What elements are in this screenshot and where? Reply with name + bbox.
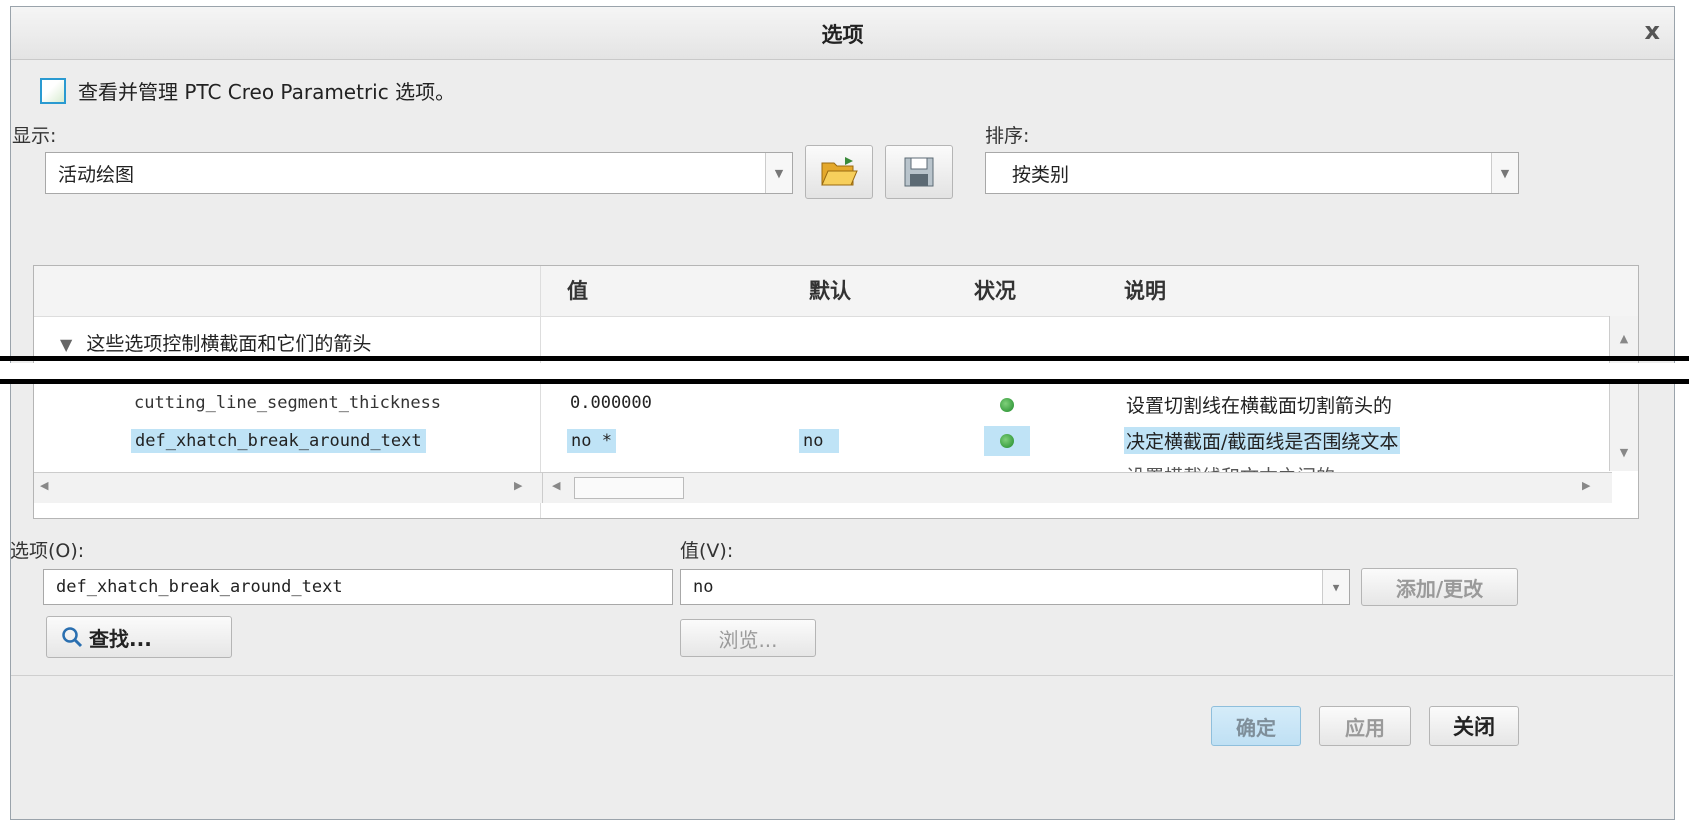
scroll-right-icon[interactable]: ▶ (1582, 479, 1590, 492)
scroll-down-icon[interactable]: ▼ (1610, 446, 1638, 459)
sort-select-value: 按类别 (1012, 163, 1070, 186)
scroll-right-icon[interactable]: ▶ (514, 479, 522, 492)
open-button[interactable] (805, 145, 873, 199)
show-select-value: 活动绘图 (58, 163, 135, 186)
chevron-down-icon[interactable]: ▼ (1491, 153, 1518, 193)
col-header-desc[interactable]: 说明 (1124, 266, 1166, 316)
title-bar: 选项 x (11, 7, 1674, 60)
status-dot-icon (1000, 434, 1014, 448)
vertical-scrollbar[interactable]: ▲ ▼ (1609, 316, 1638, 471)
group-label: 这些选项控制横截面和它们的箭头 (86, 333, 372, 355)
table-row-name[interactable]: cutting_line_segment_thickness (134, 393, 441, 413)
show-label: 显示: (12, 125, 57, 147)
close-button[interactable]: 关闭 (1429, 706, 1519, 746)
sort-select[interactable]: 按类别 ▼ (985, 152, 1519, 194)
scroll-up-icon[interactable]: ▲ (1610, 332, 1638, 345)
add-change-button[interactable]: 添加/更改 (1361, 568, 1518, 606)
table-row-name-selected[interactable]: def_xhatch_break_around_text (131, 429, 426, 453)
save-icon (904, 157, 934, 187)
footer-divider (11, 675, 1673, 676)
folder-open-icon (821, 157, 858, 186)
value-select-value: no (693, 577, 714, 597)
table-row-value[interactable]: 0.000000 (570, 393, 652, 413)
scroll-left-icon[interactable]: ◀ (40, 479, 48, 492)
ok-button[interactable]: 确定 (1211, 706, 1301, 746)
status-dot-icon (1000, 398, 1014, 412)
horizontal-scrollbar-area: ◀ ▶ ◀ ▶ (34, 472, 1612, 503)
table-row-desc: 设置切割线在横截面切割箭头的 (1126, 395, 1393, 417)
apply-button[interactable]: 应用 (1319, 706, 1411, 746)
chevron-down-icon[interactable]: ▼ (1322, 570, 1349, 604)
save-button[interactable] (885, 145, 953, 199)
options-icon (40, 78, 66, 104)
col-header-status[interactable]: 状况 (974, 266, 1016, 316)
option-input[interactable]: def_xhatch_break_around_text (43, 569, 673, 605)
find-button-label: 查找... (89, 626, 152, 651)
scroll-thumb[interactable] (574, 477, 684, 499)
find-button[interactable]: 查找... (46, 616, 232, 658)
intro-text: 查看并管理 PTC Creo Parametric 选项。 (78, 80, 456, 104)
close-icon[interactable]: x (1645, 17, 1660, 45)
column-divider (542, 473, 543, 503)
screenshot-break-top (0, 356, 1689, 361)
screenshot-break-bottom (0, 379, 1689, 384)
col-header-value[interactable]: 值 (567, 266, 588, 316)
show-select[interactable]: 活动绘图 ▼ (45, 152, 793, 194)
table-row-desc: 设置横截线和文本之间的 (1126, 462, 1335, 472)
dialog-title: 选项 (821, 23, 864, 47)
collapse-toggle-icon[interactable]: ▼ (60, 335, 72, 354)
options-table: 值 默认 状况 说明 ▼ 这些选项控制横截面和它们的箭头 ▲ ▼ cutting… (33, 265, 1639, 519)
col-header-default[interactable]: 默认 (809, 266, 851, 316)
option-label: 选项(O): (10, 540, 85, 562)
group-row[interactable]: ▼ 这些选项控制横截面和它们的箭头 (60, 329, 371, 356)
search-icon (62, 627, 83, 648)
table-row-default-selected[interactable]: no (799, 429, 839, 453)
value-select[interactable]: no ▼ (680, 569, 1350, 605)
browse-button[interactable]: 浏览... (680, 619, 816, 657)
sort-label: 排序: (985, 125, 1030, 147)
screenshot-gap (0, 363, 1689, 379)
scroll-left-icon[interactable]: ◀ (552, 479, 560, 492)
value-label: 值(V): (680, 540, 734, 562)
chevron-down-icon[interactable]: ▼ (765, 153, 792, 193)
table-row-value-selected[interactable]: no * (567, 429, 616, 453)
table-row-desc-selected: 决定横截面/截面线是否围绕文本 (1124, 427, 1401, 454)
